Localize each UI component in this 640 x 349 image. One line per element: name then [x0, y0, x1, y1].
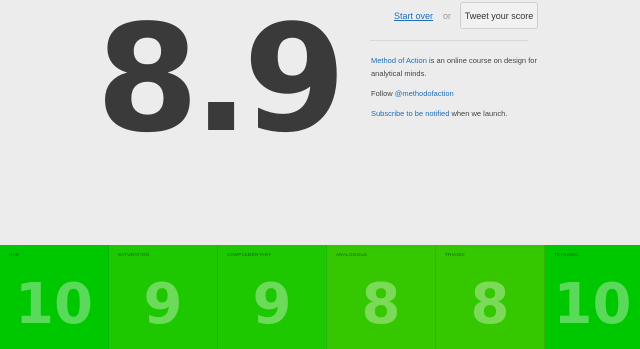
- subscribe-link[interactable]: Subscribe to be notified: [371, 109, 449, 118]
- course-description: Method of Action is an online course on …: [371, 54, 541, 80]
- tile-score: 9: [252, 272, 292, 337]
- subscribe-line: Subscribe to be notified when we launch.: [371, 107, 541, 120]
- tile-label: TETRADIC: [554, 252, 579, 257]
- course-link[interactable]: Method of Action: [371, 56, 427, 65]
- score-tiles: HUE 10 SATURATION 9 COMPLEMENTARY 9 ANAL…: [0, 245, 640, 349]
- tile-score: 8: [470, 272, 510, 337]
- tile-triadic: TRIADIC 8: [436, 245, 545, 349]
- course-info: Method of Action is an online course on …: [371, 54, 541, 127]
- tile-label: TRIADIC: [445, 252, 466, 257]
- tile-label: SATURATION: [118, 252, 150, 257]
- tile-analogous: ANALOGOUS 8: [327, 245, 436, 349]
- tile-label: ANALOGOUS: [336, 252, 368, 257]
- tile-hue: HUE 10: [0, 245, 109, 349]
- start-over-link[interactable]: Start over: [394, 11, 433, 21]
- twitter-handle-link[interactable]: @methodofaction: [395, 89, 454, 98]
- tile-score: 10: [553, 272, 632, 337]
- tweet-score-button[interactable]: Tweet your score: [460, 2, 539, 29]
- tile-complementary: COMPLEMENTARY 9: [218, 245, 327, 349]
- follow-line: Follow @methodofaction: [371, 87, 541, 100]
- subscribe-text: when we launch.: [449, 109, 508, 118]
- tile-saturation: SATURATION 9: [109, 245, 218, 349]
- tile-score: 8: [361, 272, 401, 337]
- or-separator: or: [443, 10, 452, 21]
- tile-score: 9: [143, 272, 183, 337]
- divider: [370, 40, 528, 41]
- tile-label: HUE: [9, 252, 20, 257]
- tile-label: COMPLEMENTARY: [227, 252, 272, 257]
- overall-score: 8.9: [96, 0, 346, 165]
- tile-tetradic: TETRADIC 10: [545, 245, 640, 349]
- follow-label: Follow: [371, 89, 395, 98]
- tile-score: 10: [15, 272, 93, 337]
- action-bar: Start over or Tweet your score: [394, 2, 539, 29]
